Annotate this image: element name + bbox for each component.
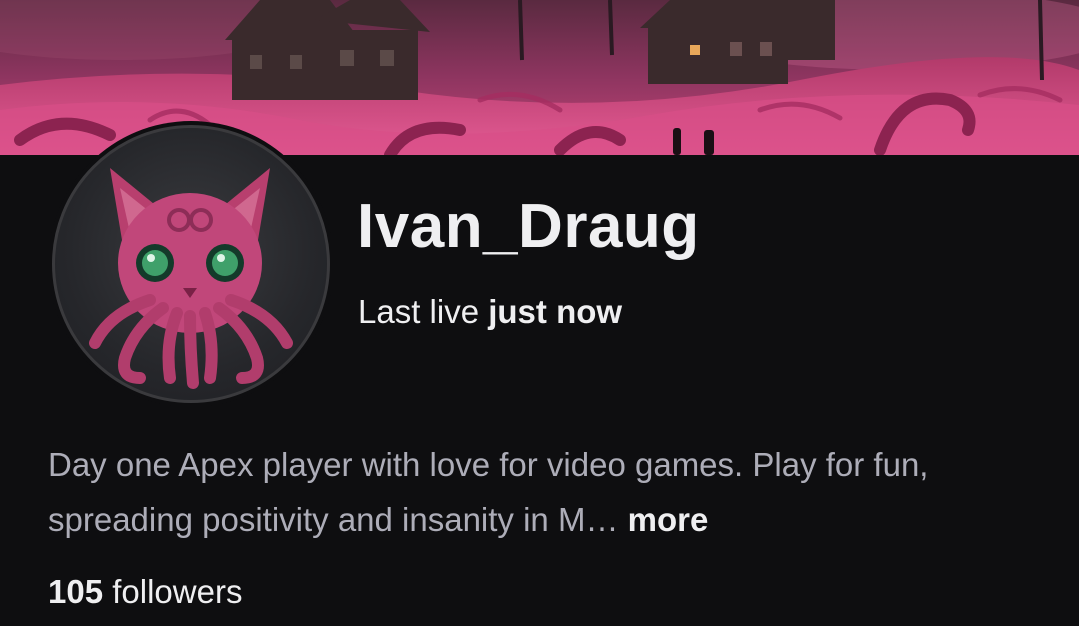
- last-live-value: just now: [488, 293, 623, 330]
- channel-avatar-ring[interactable]: [48, 121, 334, 407]
- channel-bio: Day one Apex player with love for video …: [48, 437, 1048, 547]
- channel-avatar[interactable]: [52, 125, 330, 403]
- followers-count[interactable]: 105 followers: [48, 573, 243, 610]
- channel-bio-text: Day one Apex player with love for video …: [48, 446, 929, 538]
- last-live-label: Last live: [358, 293, 480, 330]
- channel-name[interactable]: Ivan_Draug: [357, 196, 700, 258]
- bio-more-link[interactable]: more: [628, 501, 709, 538]
- last-live-status: Last live just now: [358, 293, 623, 330]
- followers-number: 105: [48, 573, 104, 610]
- followers-label: followers: [112, 573, 243, 610]
